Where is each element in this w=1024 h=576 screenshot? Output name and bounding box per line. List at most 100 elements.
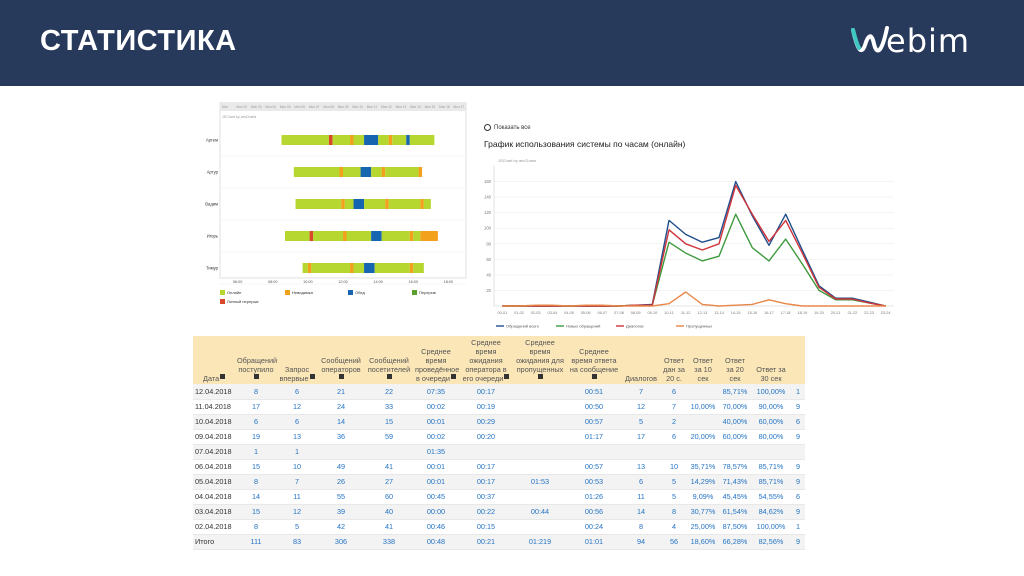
- column-header[interactable]: Диалогов: [621, 336, 661, 384]
- table-cell[interactable]: 6: [791, 414, 805, 430]
- table-cell[interactable]: 30,77%: [687, 504, 719, 520]
- table-cell[interactable]: 33: [365, 399, 413, 415]
- table-cell[interactable]: 00:57: [567, 459, 621, 475]
- table-cell[interactable]: 83: [277, 534, 317, 550]
- table-cell[interactable]: 41: [365, 519, 413, 535]
- table-cell[interactable]: 00:53: [567, 474, 621, 490]
- table-cell[interactable]: 10: [661, 459, 687, 475]
- table-cell[interactable]: [513, 429, 567, 445]
- table-cell[interactable]: 4: [661, 519, 687, 535]
- table-cell[interactable]: 00:01: [413, 414, 459, 430]
- table-cell[interactable]: [513, 444, 567, 460]
- table-cell[interactable]: 9: [791, 534, 805, 550]
- table-cell[interactable]: 00:45: [413, 489, 459, 505]
- table-cell[interactable]: 9: [791, 399, 805, 415]
- table-cell[interactable]: 00:56: [567, 504, 621, 520]
- table-cell[interactable]: [661, 444, 687, 460]
- table-cell[interactable]: 6: [791, 489, 805, 505]
- table-cell[interactable]: [365, 444, 413, 460]
- table-cell[interactable]: 00:48: [413, 534, 459, 550]
- table-cell[interactable]: 306: [317, 534, 365, 550]
- table-cell[interactable]: [459, 444, 513, 460]
- table-cell[interactable]: [791, 444, 805, 460]
- help-icon[interactable]: [538, 374, 543, 379]
- table-cell[interactable]: [513, 489, 567, 505]
- table-cell[interactable]: 00:17: [459, 384, 513, 400]
- table-cell[interactable]: [687, 384, 719, 400]
- table-cell[interactable]: 8: [621, 519, 661, 535]
- table-cell[interactable]: 94: [621, 534, 661, 550]
- table-cell[interactable]: 111: [235, 534, 277, 550]
- table-cell[interactable]: 6: [621, 474, 661, 490]
- column-header-date[interactable]: Дата: [193, 336, 235, 384]
- column-header[interactable]: Обращений поступило: [235, 336, 277, 384]
- table-cell[interactable]: 01:17: [567, 429, 621, 445]
- table-cell[interactable]: 00:00: [413, 504, 459, 520]
- table-cell[interactable]: 42: [317, 519, 365, 535]
- table-cell[interactable]: 15: [365, 414, 413, 430]
- table-cell[interactable]: 14,29%: [687, 474, 719, 490]
- table-cell[interactable]: 18,60%: [687, 534, 719, 550]
- table-cell[interactable]: 9: [791, 504, 805, 520]
- help-icon[interactable]: [504, 374, 510, 379]
- table-cell[interactable]: 70,00%: [719, 399, 751, 415]
- column-header[interactable]: Среднее время ответа на сообщение: [567, 336, 621, 384]
- column-header[interactable]: [791, 336, 805, 384]
- table-cell[interactable]: 6: [235, 414, 277, 430]
- table-cell[interactable]: 01:26: [567, 489, 621, 505]
- table-cell[interactable]: 00:17: [459, 474, 513, 490]
- table-cell[interactable]: [513, 459, 567, 475]
- table-cell[interactable]: 66,28%: [719, 534, 751, 550]
- table-cell[interactable]: 25,00%: [687, 519, 719, 535]
- table-cell[interactable]: 35,71%: [687, 459, 719, 475]
- table-cell[interactable]: 01:01: [567, 534, 621, 550]
- table-cell[interactable]: 6: [661, 384, 687, 400]
- help-icon[interactable]: [592, 374, 597, 379]
- table-cell[interactable]: 00:44: [513, 504, 567, 520]
- help-icon[interactable]: [309, 374, 315, 379]
- table-cell[interactable]: 9: [791, 429, 805, 445]
- table-cell[interactable]: 20,00%: [687, 429, 719, 445]
- table-cell[interactable]: 9,09%: [687, 489, 719, 505]
- help-icon[interactable]: [339, 374, 344, 379]
- table-cell[interactable]: 5: [621, 414, 661, 430]
- table-cell[interactable]: 87,50%: [719, 519, 751, 535]
- table-cell[interactable]: 00:01: [413, 459, 459, 475]
- table-cell[interactable]: 9: [791, 474, 805, 490]
- table-cell[interactable]: 80,00%: [751, 429, 791, 445]
- help-icon[interactable]: [220, 374, 226, 379]
- table-cell[interactable]: 1: [791, 519, 805, 535]
- table-cell[interactable]: 338: [365, 534, 413, 550]
- table-cell[interactable]: 07:35: [413, 384, 459, 400]
- table-cell[interactable]: 100,00%: [751, 384, 791, 400]
- table-cell[interactable]: 10: [277, 459, 317, 475]
- table-cell[interactable]: 1: [791, 384, 805, 400]
- column-header[interactable]: Среднее время ожидания оператора в его о…: [459, 336, 513, 384]
- column-header[interactable]: Сообщений посетителей: [365, 336, 413, 384]
- table-cell[interactable]: 8: [235, 384, 277, 400]
- table-cell[interactable]: 15: [235, 459, 277, 475]
- help-icon[interactable]: [254, 374, 259, 379]
- table-cell[interactable]: 17: [621, 429, 661, 445]
- table-cell[interactable]: 00:15: [459, 519, 513, 535]
- help-icon[interactable]: [387, 374, 392, 379]
- table-cell[interactable]: 60,00%: [719, 429, 751, 445]
- table-cell[interactable]: 85,71%: [751, 474, 791, 490]
- table-cell[interactable]: 00:46: [413, 519, 459, 535]
- table-cell[interactable]: 01:53: [513, 474, 567, 490]
- table-cell[interactable]: 24: [317, 399, 365, 415]
- table-cell[interactable]: 11: [621, 489, 661, 505]
- table-cell[interactable]: [751, 444, 791, 460]
- table-cell[interactable]: 41: [365, 459, 413, 475]
- table-cell[interactable]: 1: [235, 444, 277, 460]
- table-cell[interactable]: 1: [277, 444, 317, 460]
- table-cell[interactable]: 36: [317, 429, 365, 445]
- column-header[interactable]: Сообщений операторов: [317, 336, 365, 384]
- table-cell[interactable]: 40: [365, 504, 413, 520]
- table-cell[interactable]: 40,00%: [719, 414, 751, 430]
- table-cell[interactable]: 60: [365, 489, 413, 505]
- table-cell[interactable]: 61,54%: [719, 504, 751, 520]
- table-cell[interactable]: 6: [661, 429, 687, 445]
- table-cell[interactable]: [567, 444, 621, 460]
- table-cell[interactable]: 45,45%: [719, 489, 751, 505]
